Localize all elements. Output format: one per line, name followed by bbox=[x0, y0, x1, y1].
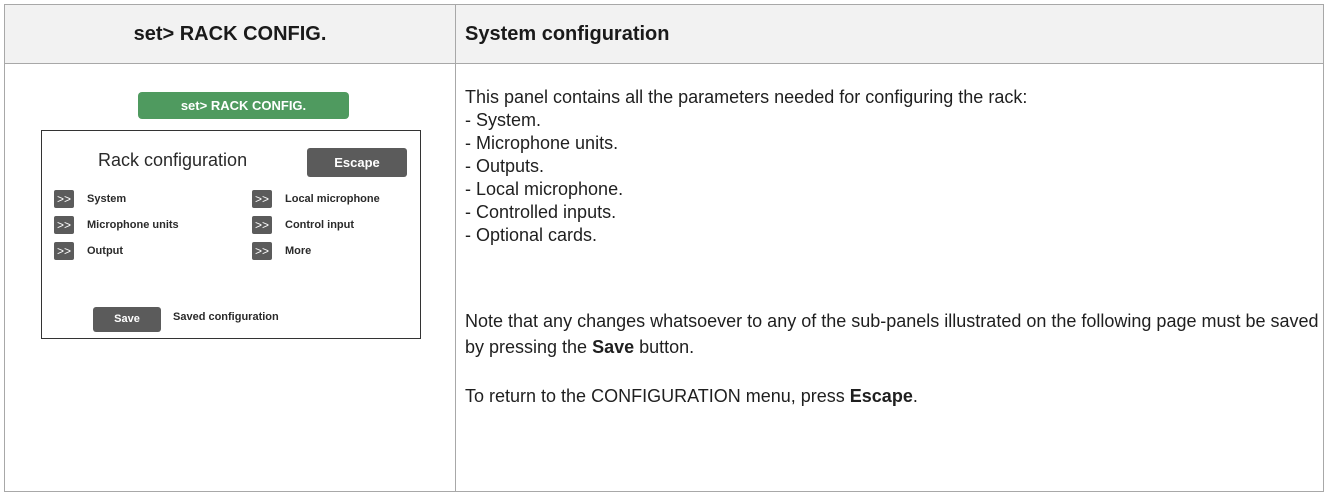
output-label: Output bbox=[87, 245, 124, 257]
list-item: - Local microphone. bbox=[465, 179, 624, 199]
menu-title-bar: set> RACK CONFIG. bbox=[138, 92, 349, 119]
save-note-end: button. bbox=[634, 337, 695, 357]
save-note-bold: Save bbox=[592, 337, 635, 357]
microphone-units-arrow-button[interactable]: >> bbox=[54, 216, 74, 234]
right-header: System configuration bbox=[455, 4, 1324, 64]
list-item: - Controlled inputs. bbox=[465, 202, 617, 222]
save-note: Note that any changes whatsoever to any … bbox=[465, 308, 1323, 360]
header-row: set> RACK CONFIG. System configuration bbox=[4, 4, 1324, 64]
escape-note-text: To return to the CONFIGURATION menu, pre… bbox=[465, 386, 850, 406]
escape-note-end: . bbox=[912, 386, 918, 406]
control-input-arrow-button[interactable]: >> bbox=[252, 216, 272, 234]
escape-note-bold: Escape bbox=[849, 386, 913, 406]
list-item: - Optional cards. bbox=[465, 225, 598, 245]
escape-button[interactable]: Escape bbox=[307, 148, 407, 177]
panel-illustration: set> RACK CONFIG. Rack configuration Esc… bbox=[5, 64, 455, 364]
more-arrow-button[interactable]: >> bbox=[252, 242, 272, 260]
intro-text: This panel contains all the parameters n… bbox=[465, 87, 1028, 107]
local-microphone-label: Local microphone bbox=[285, 193, 380, 205]
list-item: - Microphone units. bbox=[465, 133, 619, 153]
panel-illustration-cell: set> RACK CONFIG. Rack configuration Esc… bbox=[4, 63, 456, 492]
content-row: set> RACK CONFIG. Rack configuration Esc… bbox=[4, 63, 1324, 492]
system-label: System bbox=[87, 193, 127, 205]
screen-title: Rack configuration bbox=[98, 150, 248, 170]
microphone-units-label: Microphone units bbox=[87, 219, 179, 231]
list-item: - Outputs. bbox=[465, 156, 545, 176]
list-item: - System. bbox=[465, 110, 542, 130]
local-microphone-arrow-button[interactable]: >> bbox=[252, 190, 272, 208]
rack-config-screen: Rack configuration Escape >> System >> M… bbox=[41, 130, 421, 339]
more-label: More bbox=[285, 245, 312, 257]
escape-note: To return to the CONFIGURATION menu, pre… bbox=[465, 385, 1323, 408]
saved-status-label: Saved configuration bbox=[173, 311, 279, 323]
parameter-list: - System. - Microphone units. - Outputs.… bbox=[465, 109, 1323, 247]
output-arrow-button[interactable]: >> bbox=[54, 242, 74, 260]
description-cell: This panel contains all the parameters n… bbox=[455, 63, 1324, 492]
save-button[interactable]: Save bbox=[93, 307, 161, 332]
document-table: set> RACK CONFIG. System configuration s… bbox=[4, 4, 1324, 492]
system-arrow-button[interactable]: >> bbox=[54, 190, 74, 208]
control-input-label: Control input bbox=[285, 219, 355, 231]
left-header: set> RACK CONFIG. bbox=[4, 4, 456, 64]
